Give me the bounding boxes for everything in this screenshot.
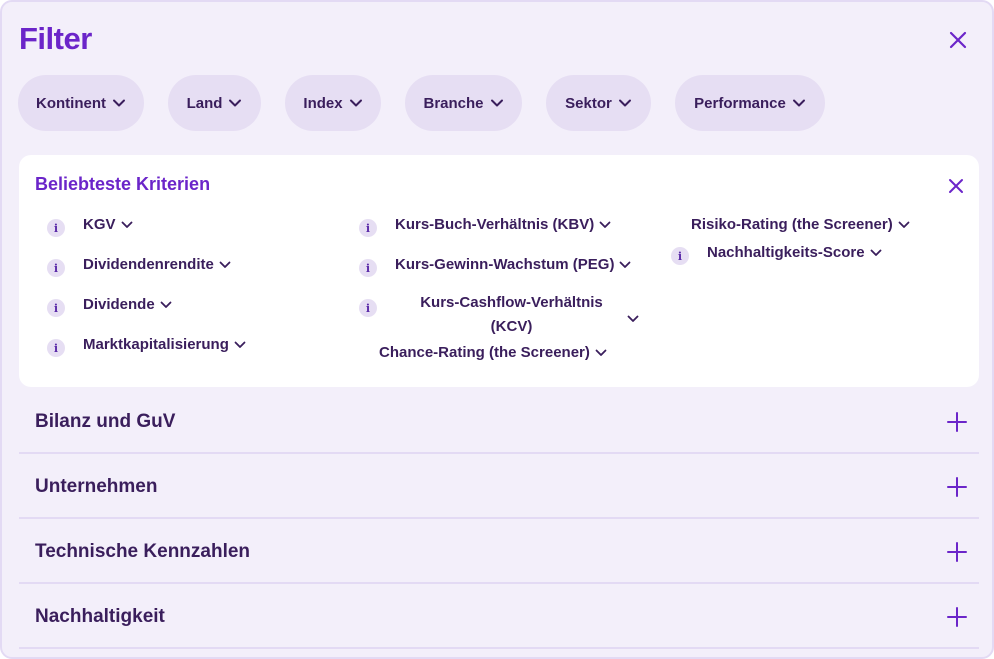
- chip-kontinent[interactable]: Kontinent: [18, 75, 144, 131]
- criterion-kgv[interactable]: KGV: [83, 216, 133, 233]
- section-bilanz-guv[interactable]: Bilanz und GuV: [19, 389, 979, 454]
- info-icon[interactable]: i: [359, 219, 377, 237]
- criterion-chance-rating[interactable]: Chance-Rating (the Screener): [379, 344, 607, 361]
- chevron-down-icon: [112, 98, 126, 108]
- chevron-down-icon: [792, 98, 806, 108]
- chevron-down-icon: [219, 256, 231, 273]
- plus-icon[interactable]: [946, 476, 968, 498]
- section-label: Unternehmen: [35, 476, 158, 497]
- plus-icon[interactable]: [946, 541, 968, 563]
- section-label: Nachhaltigkeit: [35, 606, 165, 627]
- criterion-risiko-rating[interactable]: Risiko-Rating (the Screener): [691, 216, 910, 233]
- chip-label: Performance: [694, 94, 786, 112]
- criterion-dividende[interactable]: Dividende: [83, 296, 172, 313]
- info-icon[interactable]: i: [47, 339, 65, 357]
- popular-criteria-title: Beliebteste Kriterien: [35, 174, 211, 194]
- plus-icon[interactable]: [946, 606, 968, 628]
- page-title: Filter: [19, 21, 92, 56]
- chip-performance[interactable]: Performance: [675, 75, 825, 131]
- chevron-down-icon: [490, 98, 504, 108]
- section-unternehmen[interactable]: Unternehmen: [19, 454, 979, 519]
- close-icon[interactable]: [947, 177, 965, 195]
- criterion-peg[interactable]: Kurs-Gewinn-Wachstum (PEG): [395, 256, 631, 273]
- chevron-down-icon: [870, 244, 882, 261]
- chevron-down-icon: [121, 216, 133, 233]
- chevron-down-icon: [619, 256, 631, 273]
- chip-label: Kontinent: [36, 94, 106, 112]
- criterion-marktkapitalisierung[interactable]: Marktkapitalisierung: [83, 336, 246, 353]
- info-icon[interactable]: i: [47, 259, 65, 277]
- chevron-down-icon: [349, 98, 363, 108]
- section-nachhaltigkeit[interactable]: Nachhaltigkeit: [19, 584, 979, 649]
- section-label: Bilanz und GuV: [35, 411, 176, 432]
- chevron-down-icon: [595, 344, 607, 361]
- chevron-down-icon: [898, 216, 910, 233]
- filter-panel: Filter Kontinent Land Index Branche Sekt…: [0, 0, 994, 659]
- chevron-down-icon: [234, 336, 246, 353]
- chip-land[interactable]: Land: [168, 75, 261, 131]
- chevron-down-icon: [599, 216, 611, 233]
- info-icon[interactable]: i: [47, 219, 65, 237]
- chevron-down-icon[interactable]: [627, 310, 639, 328]
- chip-branche[interactable]: Branche: [405, 75, 522, 131]
- chevron-down-icon: [228, 98, 242, 108]
- info-icon[interactable]: i: [359, 299, 377, 317]
- criterion-dividendenrendite[interactable]: Dividendenrendite: [83, 256, 231, 273]
- chip-label: Index: [303, 94, 343, 112]
- chip-label: Sektor: [565, 94, 612, 112]
- chip-label: Land: [186, 94, 223, 112]
- criterion-kbv[interactable]: Kurs-Buch-Verhältnis (KBV): [395, 216, 611, 233]
- chip-index[interactable]: Index: [285, 75, 381, 131]
- chevron-down-icon: [618, 98, 632, 108]
- popular-criteria-card: Beliebteste Kriterien i KGV i Dividenden…: [19, 155, 979, 387]
- chevron-down-icon: [160, 296, 172, 313]
- plus-icon[interactable]: [946, 411, 968, 433]
- info-icon[interactable]: i: [359, 259, 377, 277]
- chip-label: Branche: [423, 94, 484, 112]
- info-icon[interactable]: i: [47, 299, 65, 317]
- close-icon[interactable]: [946, 28, 970, 52]
- info-icon[interactable]: i: [671, 247, 689, 265]
- criterion-nachhaltigkeits-score[interactable]: Nachhaltigkeits-Score: [707, 244, 882, 261]
- chip-sektor[interactable]: Sektor: [546, 75, 651, 131]
- criterion-kcv[interactable]: Kurs-Cashflow-Verhältnis (KCV): [399, 291, 624, 339]
- section-label: Technische Kennzahlen: [35, 541, 251, 562]
- section-technische-kennzahlen[interactable]: Technische Kennzahlen: [19, 519, 979, 584]
